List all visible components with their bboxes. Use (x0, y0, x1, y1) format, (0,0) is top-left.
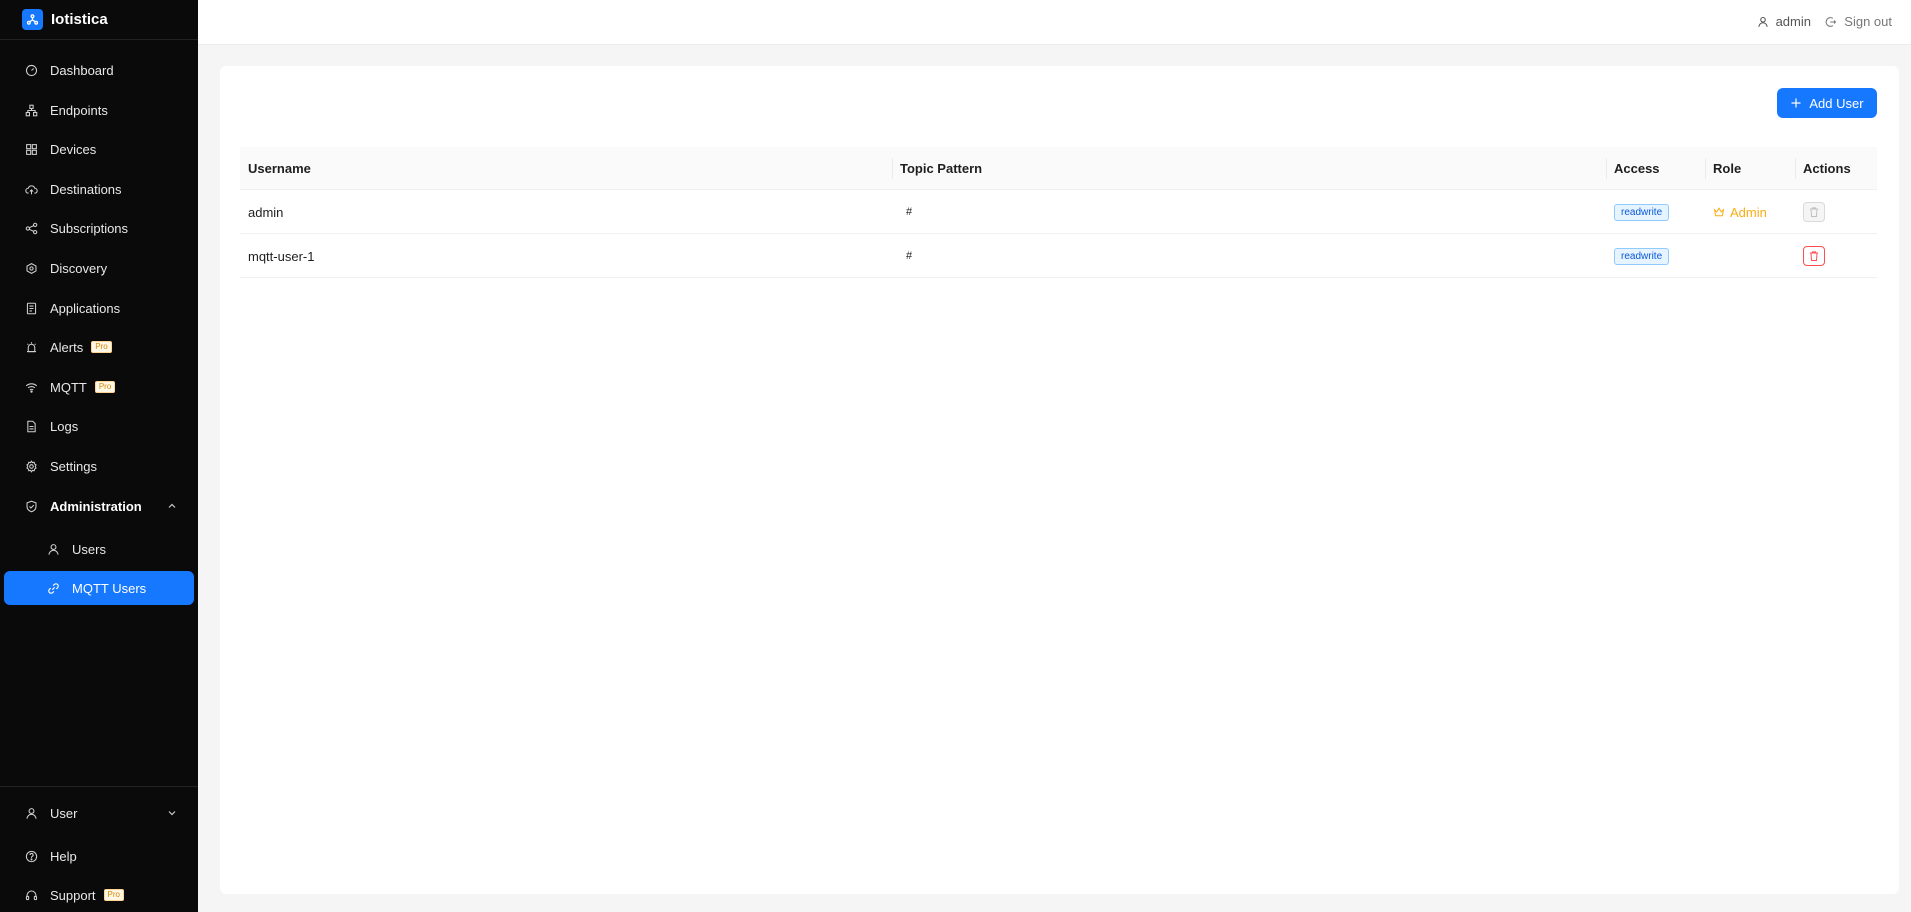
sidebar-item-label: Help (50, 848, 77, 864)
sidebar-item-discovery[interactable]: Discovery (4, 251, 194, 285)
header-username: admin (1775, 14, 1811, 29)
sidebar: Iotistica Dashboard Endpoints Devices De… (0, 0, 198, 912)
mqtt-users-table: Username Topic Pattern Access Role Actio… (240, 147, 1877, 278)
access-tag: readwrite (1614, 247, 1670, 265)
sidebar-item-devices[interactable]: Devices (4, 132, 194, 166)
sidebar-item-dashboard[interactable]: Dashboard (4, 53, 194, 87)
sidebar-item-label: Logs (50, 418, 79, 434)
tree-network-icon (22, 9, 43, 30)
shield-icon (24, 499, 38, 513)
sidebar-item-users[interactable]: Users (4, 532, 194, 566)
sidebar-item-label: Settings (50, 458, 97, 474)
header-user-menu[interactable]: admin (1757, 14, 1811, 29)
sidebar-item-destinations[interactable]: Destinations (4, 172, 194, 206)
pro-badge: Pro (91, 341, 112, 353)
radar-icon (24, 261, 38, 275)
sidebar-item-subscriptions[interactable]: Subscriptions (4, 211, 194, 245)
sidebar-item-support[interactable]: Support Pro (4, 878, 194, 912)
add-user-button[interactable]: Add User (1777, 88, 1877, 118)
column-header-username[interactable]: Username (240, 147, 311, 190)
sidebar-item-logs[interactable]: Logs (4, 409, 194, 443)
chevron-up-icon (168, 503, 176, 508)
sidebar-item-mqtt[interactable]: MQTT Pro (4, 370, 194, 404)
add-user-label: Add User (1809, 95, 1864, 111)
sign-out-button[interactable]: Sign out (1825, 14, 1892, 29)
question-icon (24, 849, 38, 863)
cell-topic-pattern: # (906, 250, 913, 262)
sidebar-item-label: User (50, 805, 78, 821)
chevron-down-icon (168, 811, 176, 816)
sidebar-item-alerts[interactable]: Alerts Pro (4, 330, 194, 364)
alarm-icon (24, 340, 38, 354)
sidebar-group-administration[interactable]: Administration (4, 489, 194, 523)
sidebar-item-endpoints[interactable]: Endpoints (4, 93, 194, 127)
sidebar-item-label: Applications (50, 300, 121, 316)
sidebar-item-label: Destinations (50, 181, 122, 197)
sidebar-item-label: Discovery (50, 260, 108, 276)
column-header-actions: Actions (1803, 161, 1851, 176)
sidebar-item-label: Endpoints (50, 102, 108, 118)
dashboard-icon (24, 63, 38, 77)
applications-icon (24, 301, 38, 315)
delete-button[interactable] (1803, 246, 1825, 266)
cloud-upload-icon (24, 182, 38, 196)
endpoints-icon (24, 103, 38, 117)
app-name: Iotistica (51, 11, 108, 28)
sidebar-item-mqtt-users[interactable]: MQTT Users (4, 571, 194, 605)
trash-icon (1809, 207, 1819, 217)
sidebar-item-label: Devices (50, 141, 97, 157)
link-icon (46, 581, 60, 595)
column-header-topic-pattern[interactable]: Topic Pattern (892, 147, 982, 190)
column-header-access[interactable]: Access (1606, 147, 1660, 190)
gear-icon (24, 459, 38, 473)
cell-username: mqtt-user-1 (248, 248, 315, 264)
plus-icon (1791, 98, 1801, 108)
sidebar-item-label: Users (72, 541, 106, 557)
top-header: admin Sign out (198, 0, 1911, 45)
table-row: admin # readwrite Admin (240, 190, 1877, 234)
table-header: Username Topic Pattern Access Role Actio… (240, 147, 1877, 190)
sidebar-item-label: Subscriptions (50, 220, 129, 236)
wifi-icon (24, 380, 38, 394)
sidebar-item-label: Support (50, 887, 96, 903)
cell-topic-pattern: # (906, 206, 913, 218)
access-tag: readwrite (1614, 203, 1670, 221)
sidebar-item-label: MQTT (50, 379, 87, 395)
brand[interactable]: Iotistica (0, 0, 198, 40)
user-icon (46, 542, 60, 556)
pro-badge: Pro (103, 889, 124, 901)
crown-icon (1713, 207, 1725, 217)
cell-role (1705, 234, 1713, 278)
user-icon (1757, 16, 1768, 27)
sidebar-item-settings[interactable]: Settings (4, 449, 194, 483)
pro-badge: Pro (94, 381, 116, 393)
file-icon (24, 419, 38, 433)
sidebar-item-label: Dashboard (50, 62, 114, 78)
sidebar-item-label: MQTT Users (72, 580, 147, 596)
sidebar-item-help[interactable]: Help (4, 839, 194, 873)
cell-username: admin (248, 204, 284, 220)
table-row: mqtt-user-1 # readwrite (240, 234, 1877, 278)
delete-button-disabled (1803, 202, 1825, 222)
sidebar-item-applications[interactable]: Applications (4, 291, 194, 325)
mqtt-users-card: Add User Username Topic Pattern Access R… (220, 66, 1899, 894)
role-badge: Admin (1713, 205, 1767, 220)
sidebar-item-user[interactable]: User (4, 796, 194, 830)
user-icon (24, 806, 38, 820)
share-icon (24, 221, 38, 235)
sidebar-item-label: Alerts (50, 339, 84, 355)
role-label: Admin (1730, 204, 1767, 220)
sidebar-group-label: Administration (50, 498, 142, 514)
devices-icon (24, 142, 38, 156)
sign-out-label: Sign out (1844, 14, 1892, 29)
headset-icon (24, 888, 38, 902)
logout-icon (1825, 16, 1837, 27)
sidebar-divider (0, 786, 198, 787)
column-header-role[interactable]: Role (1705, 147, 1741, 190)
trash-icon (1809, 251, 1819, 261)
